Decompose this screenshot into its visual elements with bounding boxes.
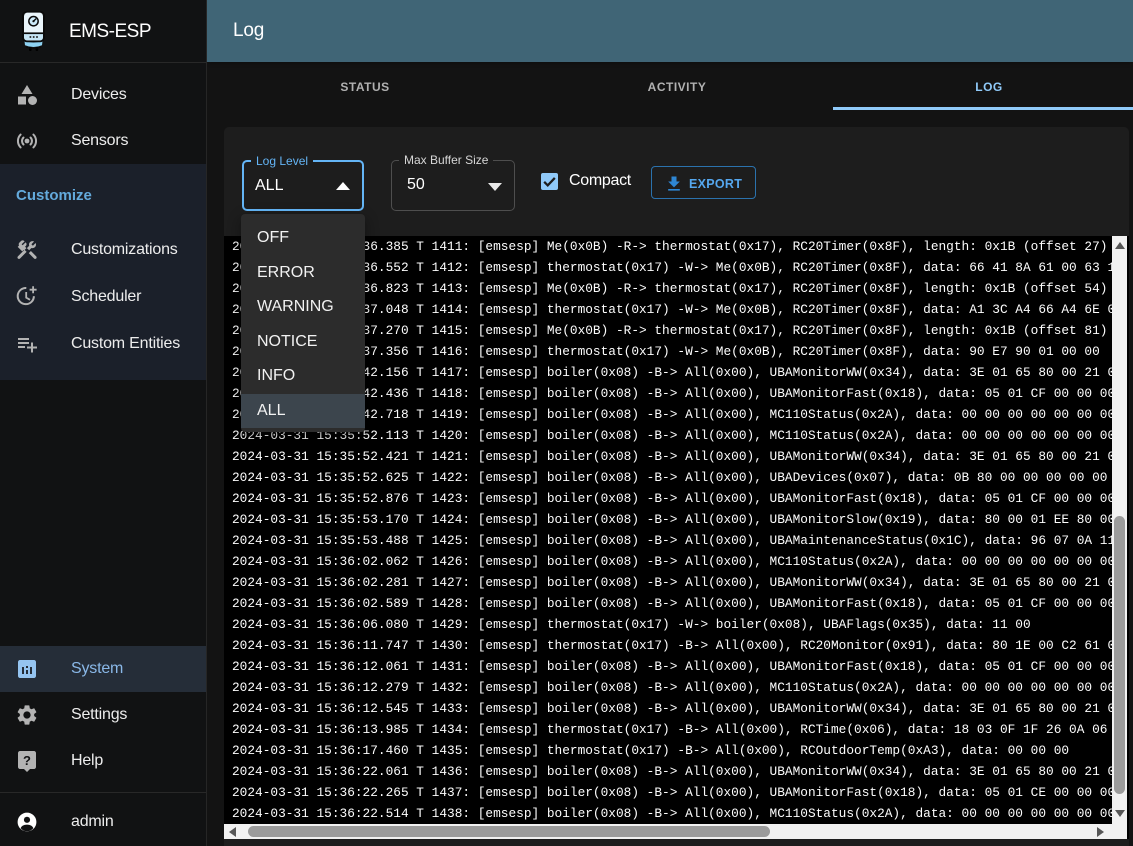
svg-text:?: ? [23,753,31,768]
